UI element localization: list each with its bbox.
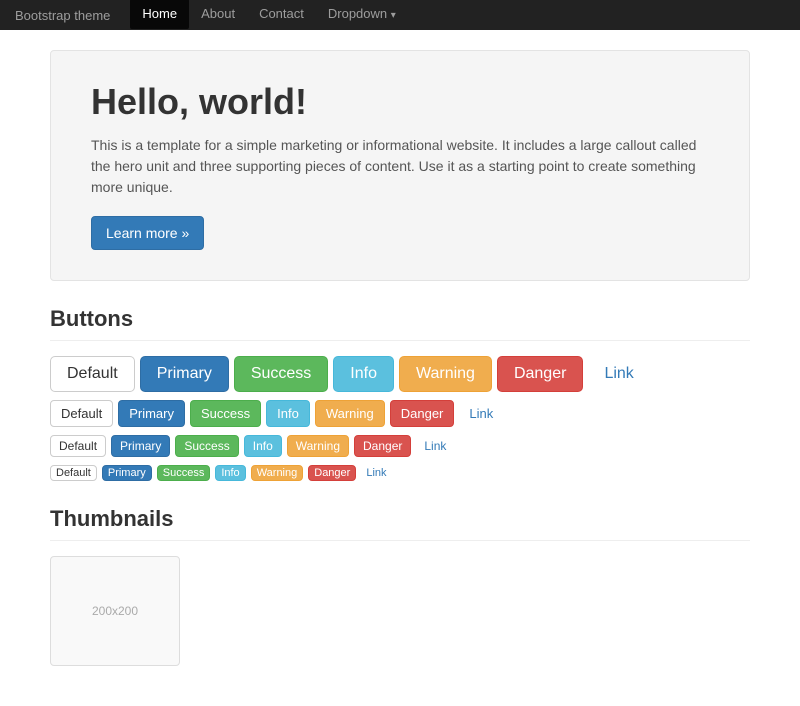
btn-info-xs[interactable]: Info	[215, 465, 245, 481]
btn-danger-md[interactable]: Danger	[390, 400, 455, 427]
btn-primary-md[interactable]: Primary	[118, 400, 185, 427]
button-row-lg: Default Primary Success Info Warning Dan…	[50, 356, 750, 392]
btn-success-lg[interactable]: Success	[234, 356, 328, 392]
btn-warning-lg[interactable]: Warning	[399, 356, 492, 392]
btn-success-sm[interactable]: Success	[175, 435, 238, 457]
nav-item-home[interactable]: Home	[130, 0, 189, 31]
nav-item-about[interactable]: About	[189, 0, 247, 31]
hero-title: Hello, world!	[91, 81, 709, 123]
btn-warning-xs[interactable]: Warning	[251, 465, 304, 481]
nav-link-home[interactable]: Home	[130, 0, 189, 29]
chevron-down-icon: ▾	[391, 10, 396, 21]
nav-link-contact[interactable]: Contact	[247, 0, 316, 29]
button-row-xs: Default Primary Success Info Warning Dan…	[50, 465, 750, 481]
btn-warning-sm[interactable]: Warning	[287, 435, 349, 457]
btn-success-xs[interactable]: Success	[157, 465, 211, 481]
btn-link-lg[interactable]: Link	[588, 357, 649, 391]
thumbnail-item[interactable]: 200x200	[50, 556, 180, 666]
btn-info-sm[interactable]: Info	[244, 435, 282, 457]
btn-warning-md[interactable]: Warning	[315, 400, 385, 427]
buttons-section: Buttons Default Primary Success Info War…	[50, 306, 750, 481]
btn-primary-xs[interactable]: Primary	[102, 465, 152, 481]
btn-danger-sm[interactable]: Danger	[354, 435, 411, 457]
nav-item-dropdown[interactable]: Dropdown ▾	[316, 0, 408, 31]
btn-primary-lg[interactable]: Primary	[140, 356, 229, 392]
btn-info-lg[interactable]: Info	[333, 356, 394, 392]
nav-link-about[interactable]: About	[189, 0, 247, 29]
navbar-nav: Home About Contact Dropdown ▾	[130, 0, 407, 31]
dropdown-label: Dropdown	[328, 6, 387, 21]
btn-default-md[interactable]: Default	[50, 400, 113, 427]
button-row-md: Default Primary Success Info Warning Dan…	[50, 400, 750, 427]
thumbnail-label: 200x200	[92, 604, 138, 618]
main-content: Hello, world! This is a template for a s…	[35, 30, 765, 706]
btn-primary-sm[interactable]: Primary	[111, 435, 170, 457]
btn-success-md[interactable]: Success	[190, 400, 261, 427]
navbar-brand[interactable]: Bootstrap theme	[15, 8, 110, 23]
learn-more-button[interactable]: Learn more »	[91, 216, 204, 250]
btn-default-lg[interactable]: Default	[50, 356, 135, 392]
btn-danger-xs[interactable]: Danger	[308, 465, 356, 481]
buttons-title: Buttons	[50, 306, 750, 341]
hero-description: This is a template for a simple marketin…	[91, 135, 709, 198]
nav-link-dropdown[interactable]: Dropdown ▾	[316, 0, 408, 31]
btn-default-xs[interactable]: Default	[50, 465, 97, 481]
thumbnails-title: Thumbnails	[50, 506, 750, 541]
btn-link-xs[interactable]: Link	[361, 466, 391, 480]
nav-item-contact[interactable]: Contact	[247, 0, 316, 31]
btn-link-md[interactable]: Link	[459, 401, 503, 426]
button-row-sm: Default Primary Success Info Warning Dan…	[50, 435, 750, 457]
navbar: Bootstrap theme Home About Contact Dropd…	[0, 0, 800, 30]
btn-default-sm[interactable]: Default	[50, 435, 106, 457]
thumbnails-section: Thumbnails 200x200	[50, 506, 750, 666]
hero-unit: Hello, world! This is a template for a s…	[50, 50, 750, 281]
btn-link-sm[interactable]: Link	[416, 436, 454, 456]
btn-info-md[interactable]: Info	[266, 400, 310, 427]
btn-danger-lg[interactable]: Danger	[497, 356, 583, 392]
